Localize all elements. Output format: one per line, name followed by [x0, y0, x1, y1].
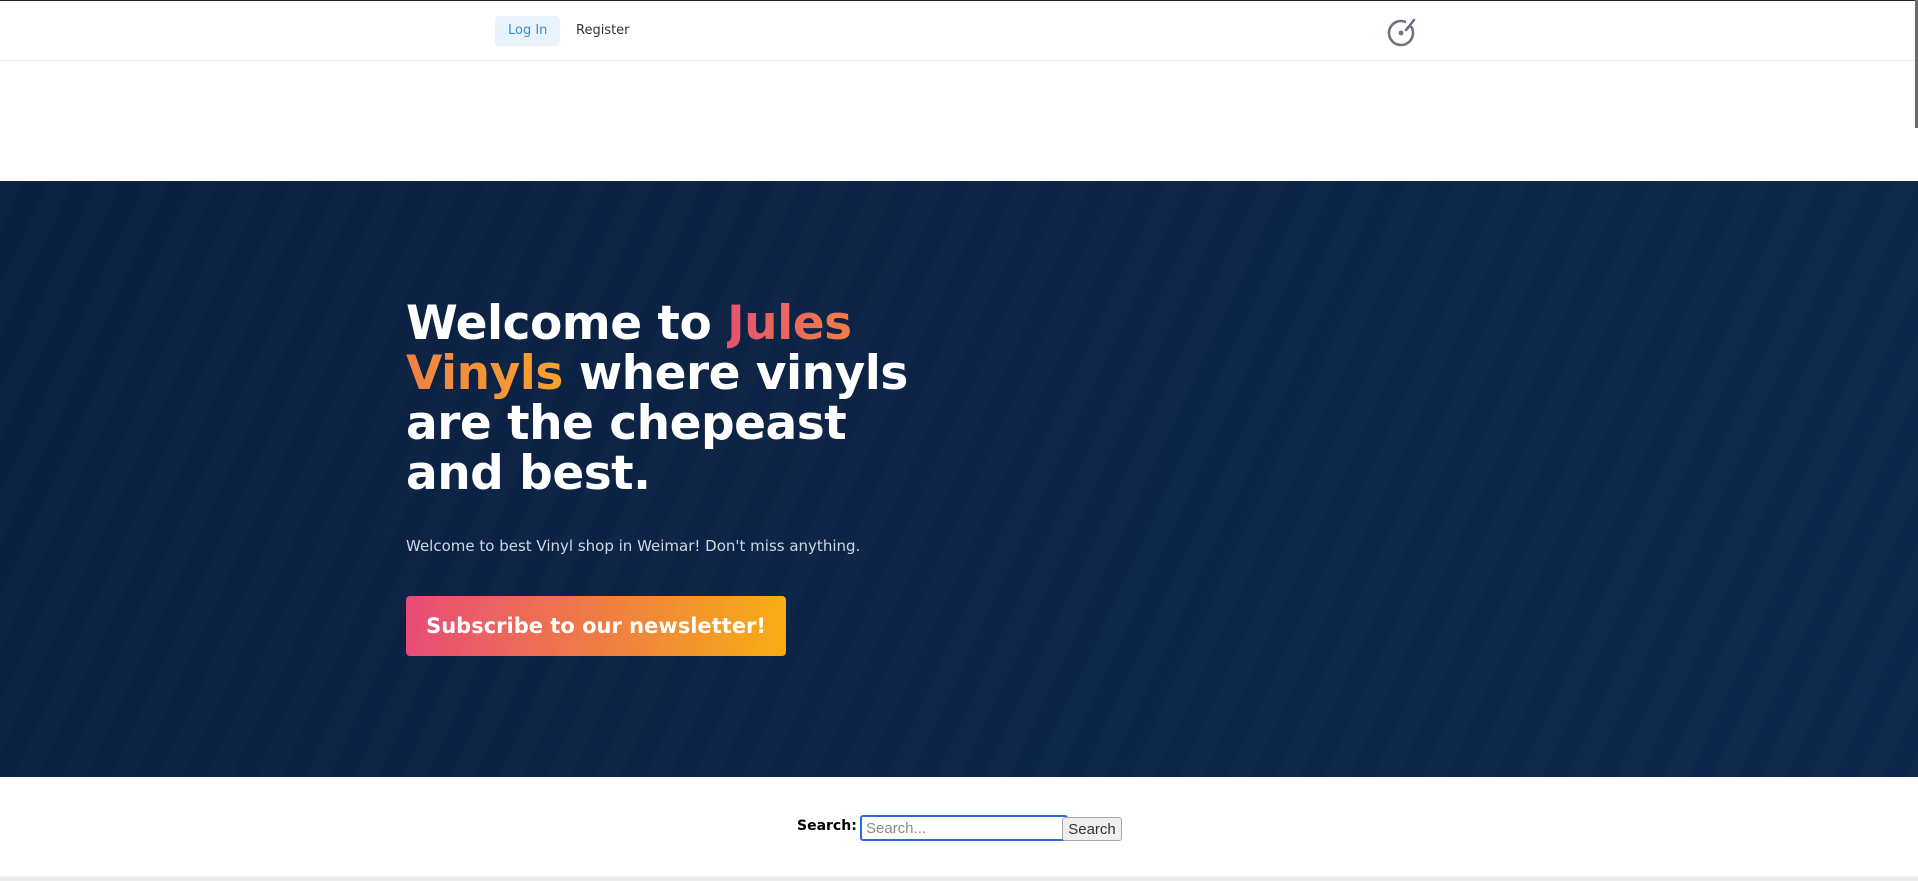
content-divider	[0, 876, 1918, 881]
hero-title: Welcome to Jules Vinyls where vinyls are…	[406, 299, 926, 499]
subscribe-newsletter-button[interactable]: Subscribe to our newsletter!	[406, 596, 786, 656]
search-input[interactable]	[860, 815, 1068, 841]
search-label: Search:	[797, 818, 857, 834]
hero-section: Welcome to Jules Vinyls where vinyls are…	[0, 181, 1918, 777]
register-link[interactable]: Register	[563, 16, 643, 46]
search-button[interactable]: Search	[1062, 817, 1122, 841]
hero-subtitle: Welcome to best Vinyl shop in Weimar! Do…	[406, 537, 861, 555]
vinyl-record-icon[interactable]	[1386, 16, 1418, 48]
hero-title-intro: Welcome to	[406, 296, 728, 351]
top-navbar: Log In Register	[0, 1, 1915, 61]
login-link[interactable]: Log In	[495, 16, 561, 46]
